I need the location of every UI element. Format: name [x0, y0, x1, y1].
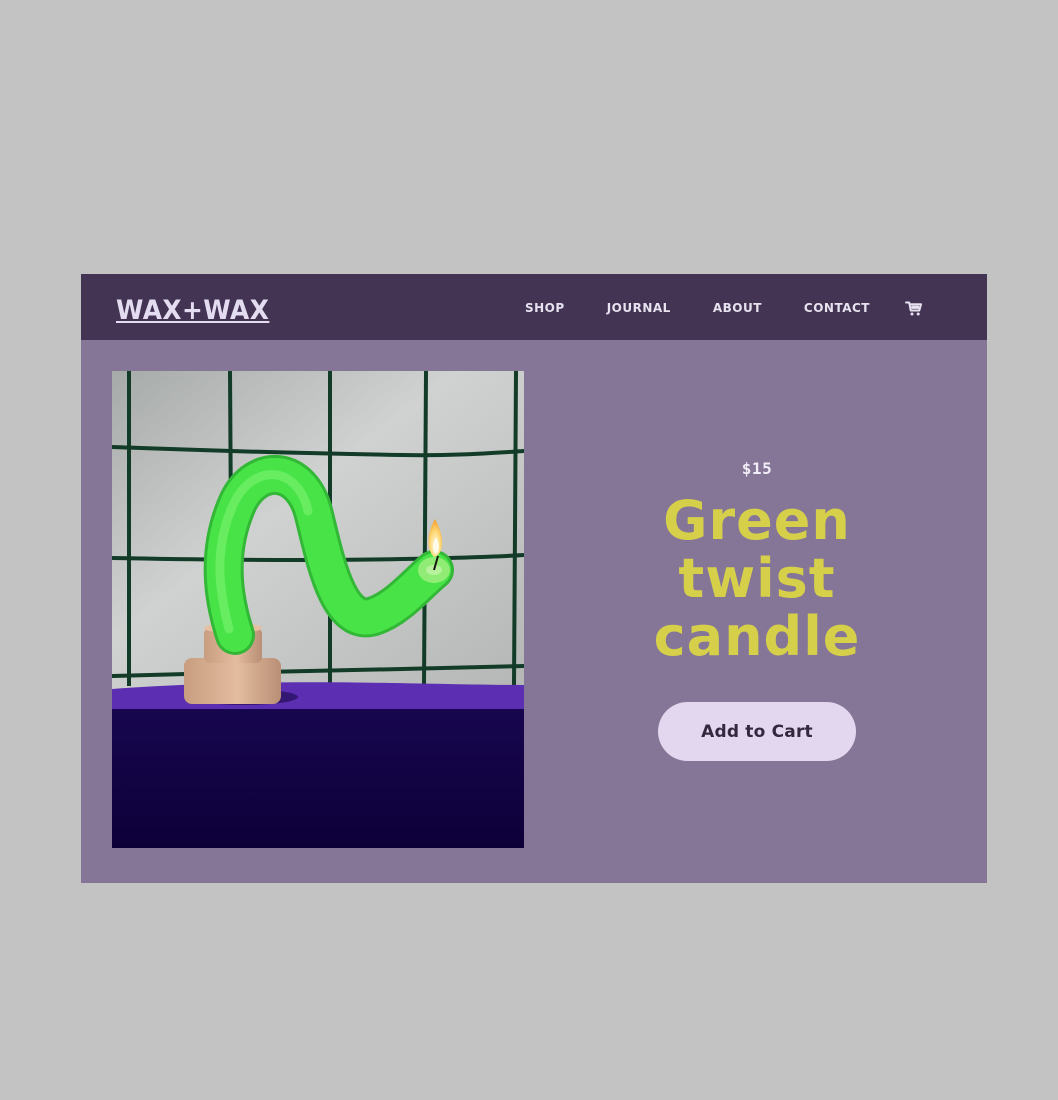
product-title-line: twist	[678, 547, 836, 610]
product-title-line: Green	[663, 489, 851, 552]
nav-about-link[interactable]: ABOUT	[713, 301, 762, 315]
product-price: $15	[741, 459, 773, 478]
nav-shop-link[interactable]: SHOP	[525, 301, 565, 315]
nav-journal-link[interactable]: JOURNAL	[607, 301, 671, 315]
product-info: $15 Green twist candle Add to Cart	[599, 458, 915, 762]
product-image	[112, 371, 524, 848]
product-title-line: candle	[653, 605, 861, 668]
shopping-cart-icon[interactable]	[905, 299, 923, 317]
main-navigation: SHOP JOURNAL ABOUT CONTACT	[525, 298, 923, 318]
product-title: Green twist candle	[599, 492, 915, 666]
nav-contact-link[interactable]: CONTACT	[804, 301, 870, 315]
brand-logo[interactable]: WAX+WAX	[116, 294, 269, 326]
product-page-frame: WAX+WAX SHOP JOURNAL ABOUT CONTACT $15 G…	[81, 274, 987, 883]
add-to-cart-button[interactable]: Add to Cart	[658, 702, 856, 762]
site-header: WAX+WAX SHOP JOURNAL ABOUT CONTACT	[81, 274, 987, 340]
